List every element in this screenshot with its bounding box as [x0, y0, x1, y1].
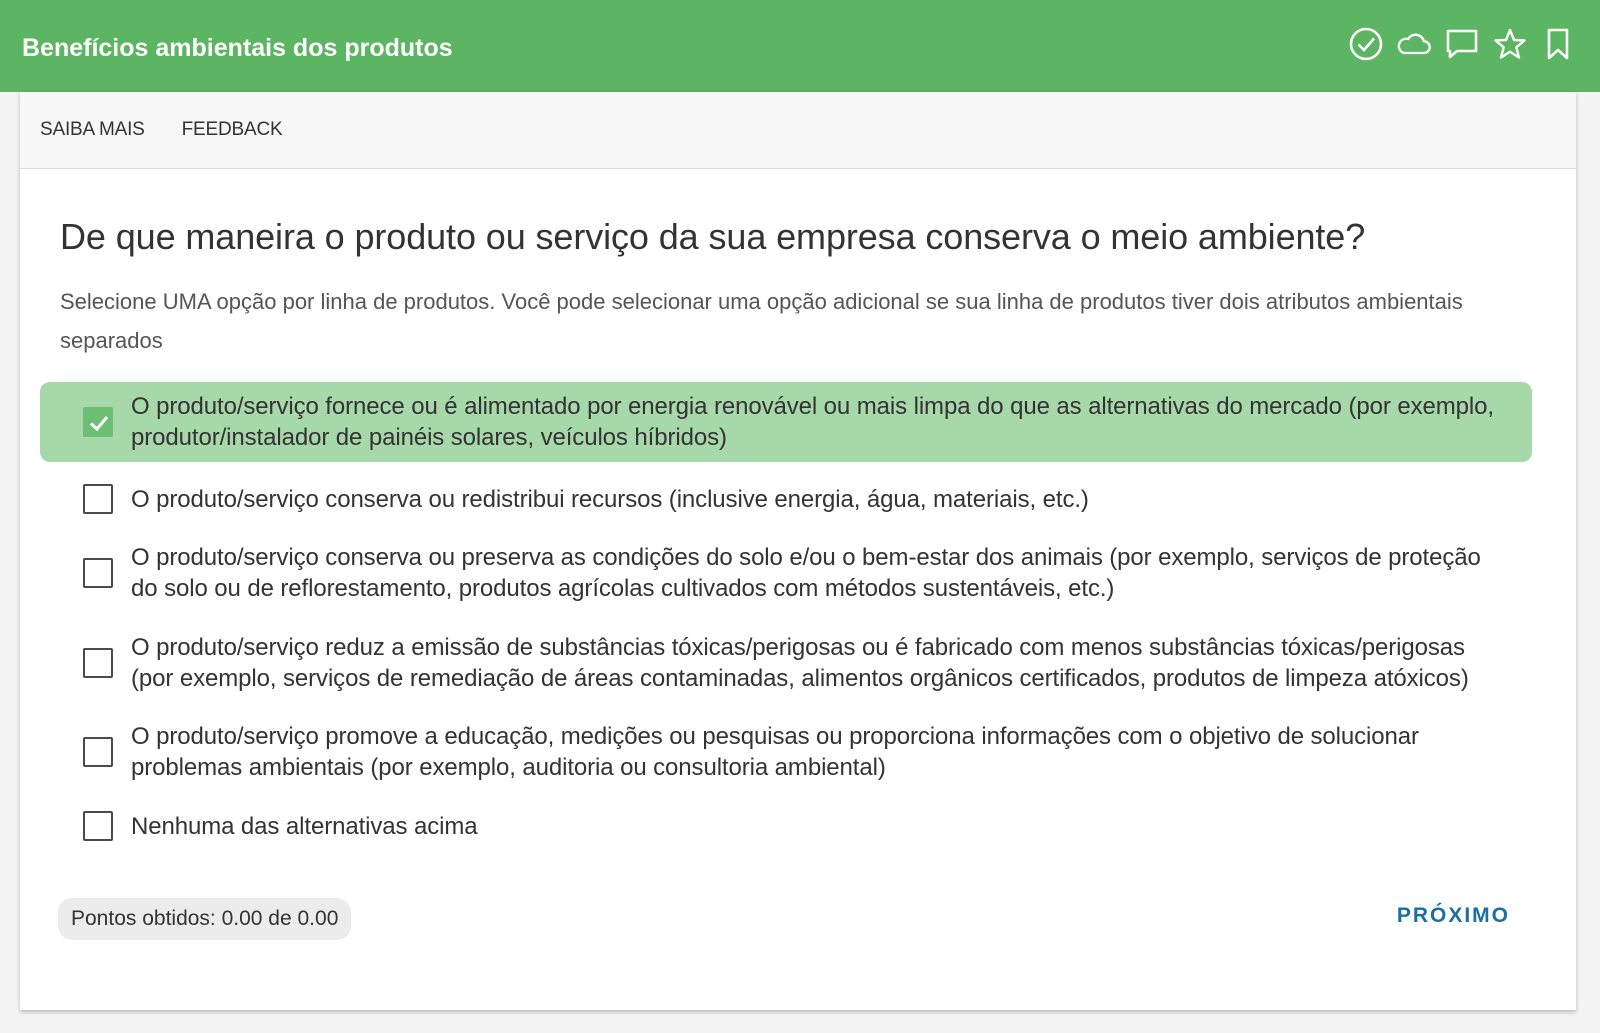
checkbox-checked[interactable] — [83, 407, 113, 437]
next-button[interactable]: PRÓXIMO — [1397, 904, 1510, 928]
option-label: O produto/serviço conserva ou redistribu… — [131, 485, 1089, 513]
option-education-research[interactable]: O produto/serviço promove a educação, me… — [40, 715, 1532, 789]
option-renewable-energy[interactable]: O produto/serviço fornece ou é alimentad… — [40, 382, 1532, 462]
option-soil-animals[interactable]: O produto/serviço conserva ou preserva a… — [40, 536, 1532, 610]
option-label: O produto/serviço promove a educação, me… — [131, 723, 1419, 781]
question-title: De que maneira o produto ou serviço da s… — [60, 216, 1366, 257]
option-label: Nenhuma das alternativas acima — [131, 812, 478, 840]
option-toxic-substances[interactable]: O produto/serviço reduz a emissão de sub… — [40, 610, 1532, 715]
checkbox[interactable] — [83, 811, 113, 841]
bookmark-icon[interactable] — [1540, 26, 1576, 62]
checkbox[interactable] — [83, 558, 113, 588]
checkbox[interactable] — [83, 484, 113, 514]
option-none[interactable]: Nenhuma das alternativas acima — [40, 789, 1532, 863]
options-list: O produto/serviço fornece ou é alimentad… — [40, 382, 1532, 863]
option-label: O produto/serviço reduz a emissão de sub… — [131, 633, 1469, 692]
app-header: Benefícios ambientais dos produtos — [0, 0, 1600, 92]
option-label: O produto/serviço conserva ou preserva a… — [131, 544, 1481, 602]
check-circle-icon[interactable] — [1348, 26, 1384, 62]
comment-icon[interactable] — [1444, 26, 1480, 62]
tab-feedback[interactable]: FEEDBACK — [182, 119, 283, 141]
star-icon[interactable] — [1492, 26, 1528, 62]
header-actions — [1348, 26, 1576, 62]
checkbox[interactable] — [83, 737, 113, 767]
page-title: Benefícios ambientais dos produtos — [22, 34, 453, 62]
tab-bar: SAIBA MAIS FEEDBACK — [20, 92, 1576, 169]
question-instructions: Selecione UMA opção por linha de produto… — [60, 289, 1463, 353]
cloud-icon[interactable] — [1396, 26, 1432, 62]
question-card: SAIBA MAIS FEEDBACK De que maneira o pro… — [20, 92, 1576, 1010]
option-label: O produto/serviço fornece ou é alimentad… — [131, 393, 1494, 451]
option-conserve-resources[interactable]: O produto/serviço conserva ou redistribu… — [40, 462, 1532, 536]
checkbox[interactable] — [83, 647, 113, 678]
points-badge: Pontos obtidos: 0.00 de 0.00 — [58, 898, 352, 940]
tab-saiba-mais[interactable]: SAIBA MAIS — [40, 119, 145, 141]
